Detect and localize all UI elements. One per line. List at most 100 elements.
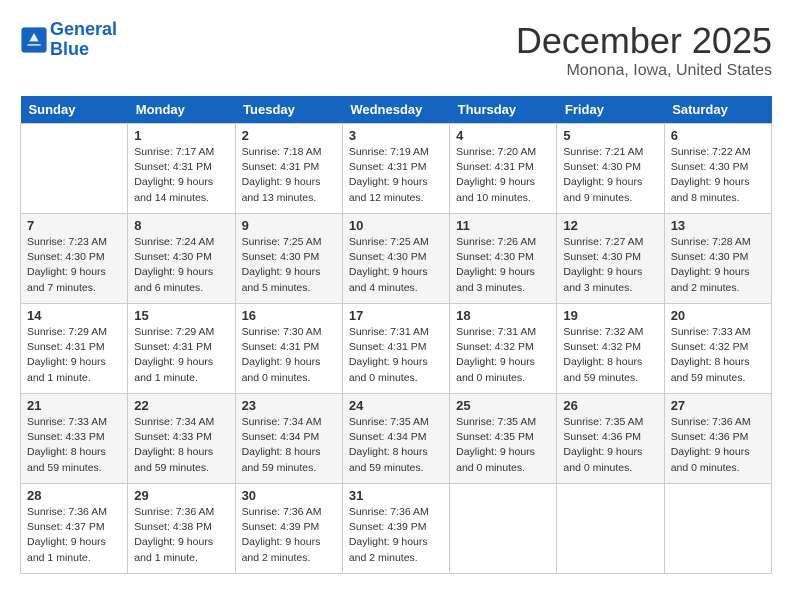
cell-daylight-info: Sunrise: 7:31 AM Sunset: 4:32 PM Dayligh… xyxy=(456,325,550,386)
cell-date-number: 7 xyxy=(27,218,121,233)
cell-date-number: 14 xyxy=(27,308,121,323)
header-sunday: Sunday xyxy=(21,96,128,124)
calendar-cell: 6 Sunrise: 7:22 AM Sunset: 4:30 PM Daylig… xyxy=(664,124,771,214)
title-area: December 2025 Monona, Iowa, United State… xyxy=(516,20,772,80)
cell-date-number: 5 xyxy=(563,128,657,143)
cell-date-number: 22 xyxy=(134,398,228,413)
header-wednesday: Wednesday xyxy=(342,96,449,124)
week-row-5: 28 Sunrise: 7:36 AM Sunset: 4:37 PM Dayli… xyxy=(21,484,772,574)
calendar-cell: 13Sunrise: 7:28 AM Sunset: 4:30 PM Dayli… xyxy=(664,214,771,304)
header-saturday: Saturday xyxy=(664,96,771,124)
cell-date-number: 28 xyxy=(27,488,121,503)
cell-daylight-info: Sunrise: 7:33 AM Sunset: 4:32 PM Dayligh… xyxy=(671,325,765,386)
cell-date-number: 15 xyxy=(134,308,228,323)
calendar-cell xyxy=(557,484,664,574)
cell-date-number: 25 xyxy=(456,398,550,413)
cell-daylight-info: Sunrise: 7:36 AM Sunset: 4:39 PM Dayligh… xyxy=(349,505,443,566)
cell-daylight-info: Sunrise: 7:25 AM Sunset: 4:30 PM Dayligh… xyxy=(242,235,336,296)
calendar-cell: 29 Sunrise: 7:36 AM Sunset: 4:38 PM Dayli… xyxy=(128,484,235,574)
calendar-cell: 2Sunrise: 7:18 AM Sunset: 4:31 PM Daylig… xyxy=(235,124,342,214)
header-thursday: Thursday xyxy=(450,96,557,124)
cell-daylight-info: Sunrise: 7:22 AM Sunset: 4:30 PM Dayligh… xyxy=(671,145,765,206)
calendar-cell: 7 Sunrise: 7:23 AM Sunset: 4:30 PM Daylig… xyxy=(21,214,128,304)
calendar-cell: 3 Sunrise: 7:19 AM Sunset: 4:31 PM Daylig… xyxy=(342,124,449,214)
calendar-cell: 1 Sunrise: 7:17 AM Sunset: 4:31 PM Daylig… xyxy=(128,124,235,214)
header-tuesday: Tuesday xyxy=(235,96,342,124)
cell-daylight-info: Sunrise: 7:36 AM Sunset: 4:37 PM Dayligh… xyxy=(27,505,121,566)
calendar-title: December 2025 xyxy=(516,20,772,62)
cell-date-number: 26 xyxy=(563,398,657,413)
cell-daylight-info: Sunrise: 7:29 AM Sunset: 4:31 PM Dayligh… xyxy=(27,325,121,386)
cell-daylight-info: Sunrise: 7:33 AM Sunset: 4:33 PM Dayligh… xyxy=(27,415,121,476)
cell-date-number: 16 xyxy=(242,308,336,323)
cell-date-number: 10 xyxy=(349,218,443,233)
cell-date-number: 13 xyxy=(671,218,765,233)
cell-date-number: 30 xyxy=(242,488,336,503)
calendar-cell: 10 Sunrise: 7:25 AM Sunset: 4:30 PM Dayli… xyxy=(342,214,449,304)
calendar-cell: 30 Sunrise: 7:36 AM Sunset: 4:39 PM Dayli… xyxy=(235,484,342,574)
calendar-cell: 14 Sunrise: 7:29 AM Sunset: 4:31 PM Dayli… xyxy=(21,304,128,394)
cell-daylight-info: Sunrise: 7:35 AM Sunset: 4:34 PM Dayligh… xyxy=(349,415,443,476)
cell-date-number: 2 xyxy=(242,128,336,143)
cell-date-number: 27 xyxy=(671,398,765,413)
header-monday: Monday xyxy=(128,96,235,124)
cell-daylight-info: Sunrise: 7:34 AM Sunset: 4:34 PM Dayligh… xyxy=(242,415,336,476)
calendar-cell: 21 Sunrise: 7:33 AM Sunset: 4:33 PM Dayli… xyxy=(21,394,128,484)
cell-date-number: 3 xyxy=(349,128,443,143)
header-friday: Friday xyxy=(557,96,664,124)
calendar-cell: 12Sunrise: 7:27 AM Sunset: 4:30 PM Dayli… xyxy=(557,214,664,304)
calendar-cell: 22 Sunrise: 7:34 AM Sunset: 4:33 PM Dayli… xyxy=(128,394,235,484)
cell-daylight-info: Sunrise: 7:36 AM Sunset: 4:36 PM Dayligh… xyxy=(671,415,765,476)
cell-date-number: 11 xyxy=(456,218,550,233)
calendar-cell: 11 Sunrise: 7:26 AM Sunset: 4:30 PM Dayli… xyxy=(450,214,557,304)
calendar-cell xyxy=(664,484,771,574)
cell-daylight-info: Sunrise: 7:34 AM Sunset: 4:33 PM Dayligh… xyxy=(134,415,228,476)
calendar-cell: 4 Sunrise: 7:20 AM Sunset: 4:31 PM Daylig… xyxy=(450,124,557,214)
calendar-cell xyxy=(450,484,557,574)
calendar-cell: 25 Sunrise: 7:35 AM Sunset: 4:35 PM Dayli… xyxy=(450,394,557,484)
cell-daylight-info: Sunrise: 7:32 AM Sunset: 4:32 PM Dayligh… xyxy=(563,325,657,386)
calendar-cell: 27 Sunrise: 7:36 AM Sunset: 4:36 PM Dayli… xyxy=(664,394,771,484)
week-row-1: 1 Sunrise: 7:17 AM Sunset: 4:31 PM Daylig… xyxy=(21,124,772,214)
cell-date-number: 19 xyxy=(563,308,657,323)
cell-date-number: 4 xyxy=(456,128,550,143)
calendar-cell: 17 Sunrise: 7:31 AM Sunset: 4:31 PM Dayli… xyxy=(342,304,449,394)
cell-daylight-info: Sunrise: 7:27 AM Sunset: 4:30 PM Dayligh… xyxy=(563,235,657,296)
calendar-subtitle: Monona, Iowa, United States xyxy=(516,62,772,80)
week-row-3: 14 Sunrise: 7:29 AM Sunset: 4:31 PM Dayli… xyxy=(21,304,772,394)
cell-daylight-info: Sunrise: 7:35 AM Sunset: 4:36 PM Dayligh… xyxy=(563,415,657,476)
cell-date-number: 17 xyxy=(349,308,443,323)
cell-daylight-info: Sunrise: 7:26 AM Sunset: 4:30 PM Dayligh… xyxy=(456,235,550,296)
calendar-cell: 28 Sunrise: 7:36 AM Sunset: 4:37 PM Dayli… xyxy=(21,484,128,574)
cell-daylight-info: Sunrise: 7:31 AM Sunset: 4:31 PM Dayligh… xyxy=(349,325,443,386)
calendar-cell xyxy=(21,124,128,214)
logo: General Blue xyxy=(20,20,117,60)
logo-blue: Blue xyxy=(50,40,117,60)
cell-date-number: 24 xyxy=(349,398,443,413)
week-row-4: 21 Sunrise: 7:33 AM Sunset: 4:33 PM Dayli… xyxy=(21,394,772,484)
calendar-cell: 8Sunrise: 7:24 AM Sunset: 4:30 PM Daylig… xyxy=(128,214,235,304)
cell-daylight-info: Sunrise: 7:17 AM Sunset: 4:31 PM Dayligh… xyxy=(134,145,228,206)
cell-date-number: 29 xyxy=(134,488,228,503)
calendar-table: SundayMondayTuesdayWednesdayThursdayFrid… xyxy=(20,96,772,574)
cell-date-number: 31 xyxy=(349,488,443,503)
calendar-cell: 15Sunrise: 7:29 AM Sunset: 4:31 PM Dayli… xyxy=(128,304,235,394)
week-row-2: 7 Sunrise: 7:23 AM Sunset: 4:30 PM Daylig… xyxy=(21,214,772,304)
calendar-cell: 26 Sunrise: 7:35 AM Sunset: 4:36 PM Dayli… xyxy=(557,394,664,484)
cell-date-number: 6 xyxy=(671,128,765,143)
calendar-cell: 18Sunrise: 7:31 AM Sunset: 4:32 PM Dayli… xyxy=(450,304,557,394)
calendar-cell: 20Sunrise: 7:33 AM Sunset: 4:32 PM Dayli… xyxy=(664,304,771,394)
cell-daylight-info: Sunrise: 7:19 AM Sunset: 4:31 PM Dayligh… xyxy=(349,145,443,206)
calendar-cell: 31 Sunrise: 7:36 AM Sunset: 4:39 PM Dayli… xyxy=(342,484,449,574)
calendar-header-row: SundayMondayTuesdayWednesdayThursdayFrid… xyxy=(21,96,772,124)
calendar-cell: 23Sunrise: 7:34 AM Sunset: 4:34 PM Dayli… xyxy=(235,394,342,484)
cell-daylight-info: Sunrise: 7:36 AM Sunset: 4:39 PM Dayligh… xyxy=(242,505,336,566)
cell-daylight-info: Sunrise: 7:25 AM Sunset: 4:30 PM Dayligh… xyxy=(349,235,443,296)
cell-daylight-info: Sunrise: 7:23 AM Sunset: 4:30 PM Dayligh… xyxy=(27,235,121,296)
cell-date-number: 21 xyxy=(27,398,121,413)
cell-daylight-info: Sunrise: 7:20 AM Sunset: 4:31 PM Dayligh… xyxy=(456,145,550,206)
logo-icon xyxy=(20,26,48,54)
cell-daylight-info: Sunrise: 7:35 AM Sunset: 4:35 PM Dayligh… xyxy=(456,415,550,476)
cell-daylight-info: Sunrise: 7:36 AM Sunset: 4:38 PM Dayligh… xyxy=(134,505,228,566)
cell-date-number: 1 xyxy=(134,128,228,143)
